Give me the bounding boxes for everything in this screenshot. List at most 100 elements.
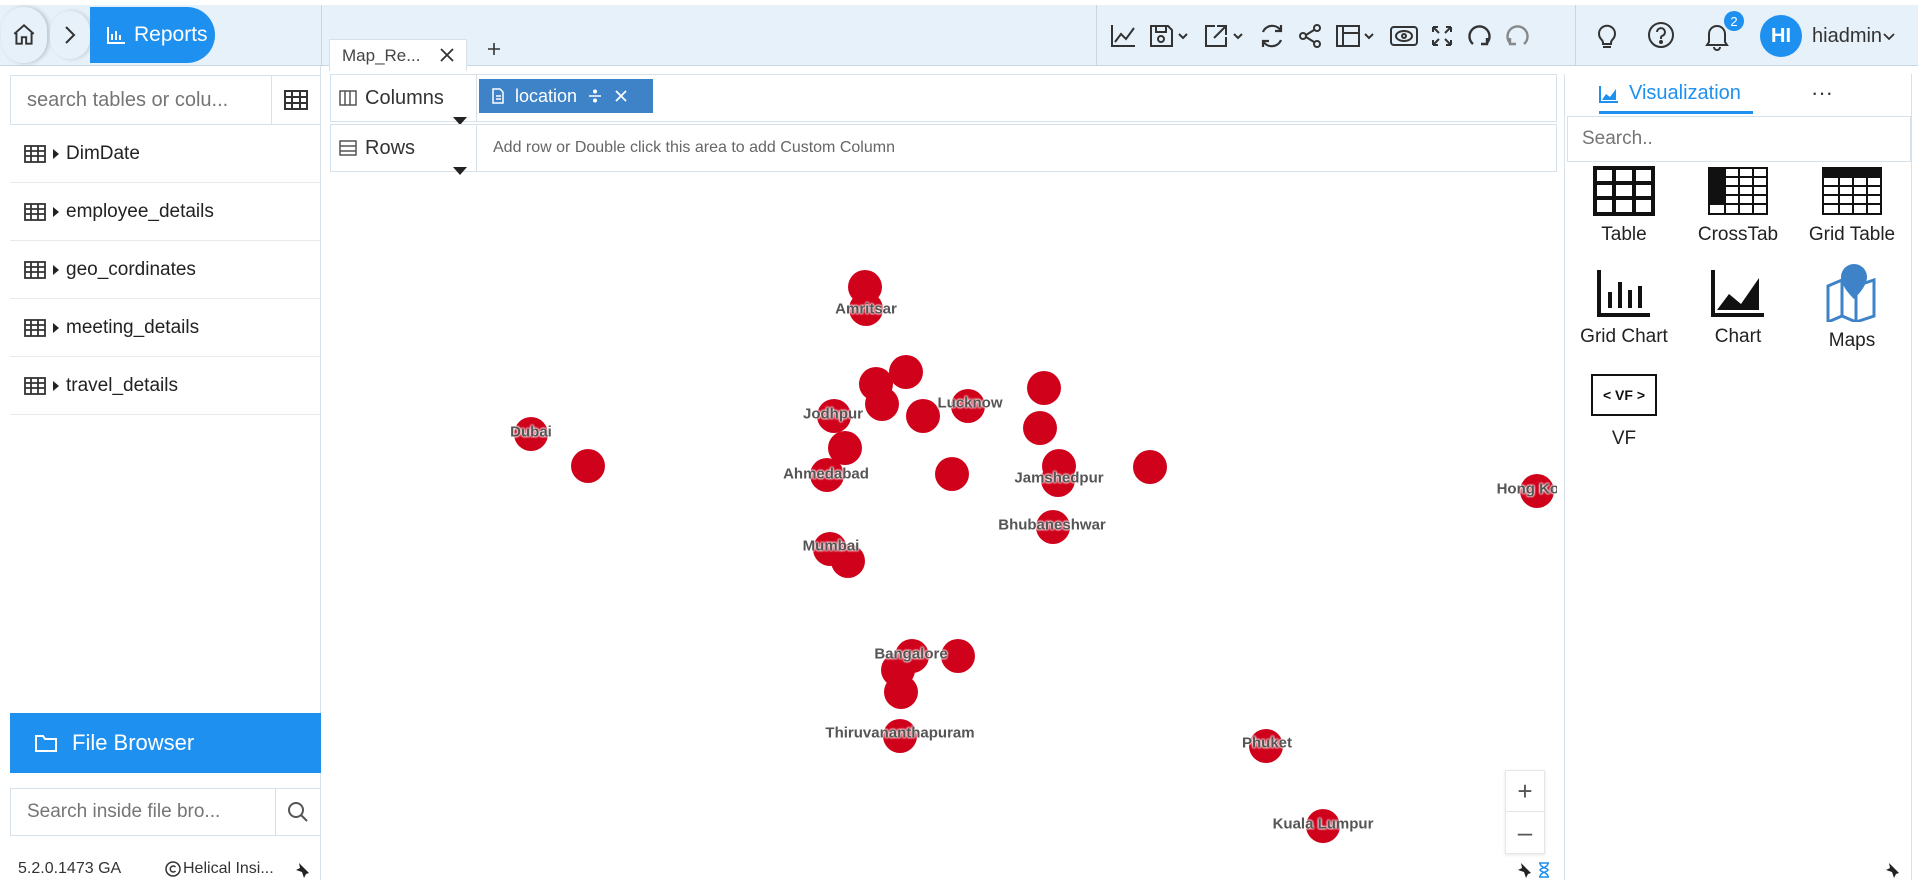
map-marker[interactable] <box>1027 371 1061 405</box>
folder-icon <box>35 735 57 752</box>
grid-icon <box>284 90 308 110</box>
more-options-button[interactable]: ··· <box>1811 80 1833 106</box>
chevron-down-icon <box>1883 33 1895 40</box>
visualization-search-input[interactable] <box>1567 116 1911 162</box>
zoom-control: + – <box>1505 770 1545 854</box>
area-chart-icon <box>1599 85 1618 103</box>
table-label: DimDate <box>66 142 140 164</box>
rows-icon <box>339 140 357 156</box>
tab-report[interactable]: Map_Re... <box>329 39 467 71</box>
map-marker[interactable] <box>889 355 923 389</box>
map-canvas[interactable]: Amritsar Jodhpur Lucknow Dubai Ahmedabad… <box>330 176 1557 880</box>
viz-crosstab[interactable]: CrossTab <box>1683 166 1793 246</box>
table-item-meeting-details[interactable]: meeting_details <box>10 299 321 357</box>
notifications-button[interactable]: 2 <box>1704 11 1744 51</box>
save-icon[interactable] <box>1148 23 1192 49</box>
crosstab-icon <box>1708 167 1768 215</box>
line-chart-icon[interactable] <box>1109 23 1137 49</box>
layout-icon[interactable] <box>1334 23 1378 49</box>
table-view-button[interactable] <box>272 76 320 124</box>
zoom-in-button[interactable]: + <box>1506 771 1544 812</box>
city-label: Jodhpur <box>803 405 863 423</box>
grid-chart-icon <box>1597 270 1650 317</box>
rows-label: Rows <box>365 136 416 159</box>
city-label: Mumbai <box>802 537 860 555</box>
fullscreen-icon[interactable] <box>1430 24 1454 48</box>
map-marker[interactable] <box>884 675 918 709</box>
file-search-input[interactable] <box>11 789 276 835</box>
breadcrumb-reports[interactable]: Reports <box>90 7 215 63</box>
table-icon <box>24 202 46 221</box>
viz-table[interactable]: Table <box>1569 166 1679 246</box>
area-chart-icon <box>1711 270 1764 317</box>
file-search-button[interactable] <box>276 789 320 835</box>
share-icon[interactable] <box>1297 23 1323 49</box>
top-bar: Reports Map_Re... 2 HI hiadmin <box>0 5 1918 71</box>
home-icon <box>13 23 35 45</box>
viz-label: VF <box>1611 428 1637 449</box>
table-item-geo-cordinates[interactable]: geo_cordinates <box>10 241 321 299</box>
table-search <box>10 75 321 125</box>
city-label: Kuala Lumpur <box>1272 815 1374 833</box>
refresh-icon[interactable] <box>1258 22 1286 50</box>
close-tab-icon[interactable] <box>438 46 456 64</box>
city-label: Jamshedpur <box>1014 469 1104 487</box>
file-search <box>10 788 321 836</box>
map-marker[interactable] <box>906 399 940 433</box>
home-button[interactable] <box>1 7 47 63</box>
undo-icon[interactable] <box>1465 22 1493 50</box>
table-item-dimdate[interactable]: DimDate <box>10 125 321 183</box>
close-icon[interactable] <box>613 88 629 104</box>
columns-shelf[interactable]: Columns location <box>330 74 1557 125</box>
pin-icon[interactable] <box>1516 862 1532 878</box>
preview-icon[interactable] <box>1389 24 1419 48</box>
city-label: Hong Kong <box>1496 480 1557 498</box>
tab-visualization-label: Visualization <box>1629 82 1741 104</box>
table-item-travel-details[interactable]: travel_details <box>10 357 321 415</box>
viz-label: Grid Table <box>1808 224 1896 245</box>
table-icon <box>24 376 46 395</box>
tab-visualization[interactable]: Visualization <box>1599 76 1753 114</box>
export-icon[interactable] <box>1203 23 1247 49</box>
pin-icon[interactable] <box>294 862 310 878</box>
viz-label: Chart <box>1714 326 1762 347</box>
caret-down-icon[interactable] <box>453 167 467 175</box>
viz-chart[interactable]: Chart <box>1683 268 1793 348</box>
map-marker[interactable] <box>935 457 969 491</box>
breadcrumb-chevron[interactable] <box>50 11 90 59</box>
avatar[interactable]: HI <box>1760 15 1802 57</box>
viz-maps[interactable]: Maps <box>1797 262 1907 352</box>
caret-right-icon <box>53 264 59 275</box>
map-marker[interactable] <box>1023 411 1057 445</box>
user-menu[interactable]: hiadmin <box>1812 25 1896 48</box>
copyright-icon <box>165 861 181 877</box>
file-browser-button[interactable]: File Browser <box>10 713 321 773</box>
zoom-out-button[interactable]: – <box>1506 812 1544 853</box>
add-tab-button[interactable] <box>486 41 502 57</box>
redo-icon[interactable] <box>1504 22 1532 50</box>
viz-grid-table[interactable]: Grid Table <box>1797 166 1907 246</box>
city-label: Lucknow <box>937 394 1003 412</box>
location-column-pill[interactable]: location <box>479 79 653 113</box>
visualization-panel: Visualization ··· Table CrossTab Grid Ta… <box>1564 74 1912 880</box>
help-icon[interactable] <box>1647 21 1675 49</box>
chevron-right-icon <box>65 26 76 44</box>
tab-title: Map_Re... <box>342 45 421 65</box>
viz-grid-chart[interactable]: Grid Chart <box>1569 268 1679 348</box>
map-marker[interactable] <box>1133 450 1167 484</box>
pin-icon[interactable] <box>1884 862 1900 878</box>
vf-icon: < VF > <box>1591 374 1657 416</box>
viz-vf[interactable]: < VF > VF <box>1569 374 1679 450</box>
divide-icon[interactable] <box>587 88 603 104</box>
city-label: Thiruvananthapuram <box>825 724 975 742</box>
city-label: Ahmedabad <box>783 465 869 483</box>
rows-shelf[interactable]: Rows Add row or Double click this area t… <box>330 124 1557 175</box>
map-marker[interactable] <box>571 449 605 483</box>
lightbulb-icon[interactable] <box>1594 21 1620 51</box>
grid-table-icon <box>1822 167 1882 215</box>
map-marker[interactable] <box>865 387 899 421</box>
copyright: Helical Insi... <box>165 860 274 878</box>
report-toolbar <box>1096 5 1576 66</box>
table-item-employee-details[interactable]: employee_details <box>10 183 321 241</box>
table-search-input[interactable] <box>11 76 272 124</box>
